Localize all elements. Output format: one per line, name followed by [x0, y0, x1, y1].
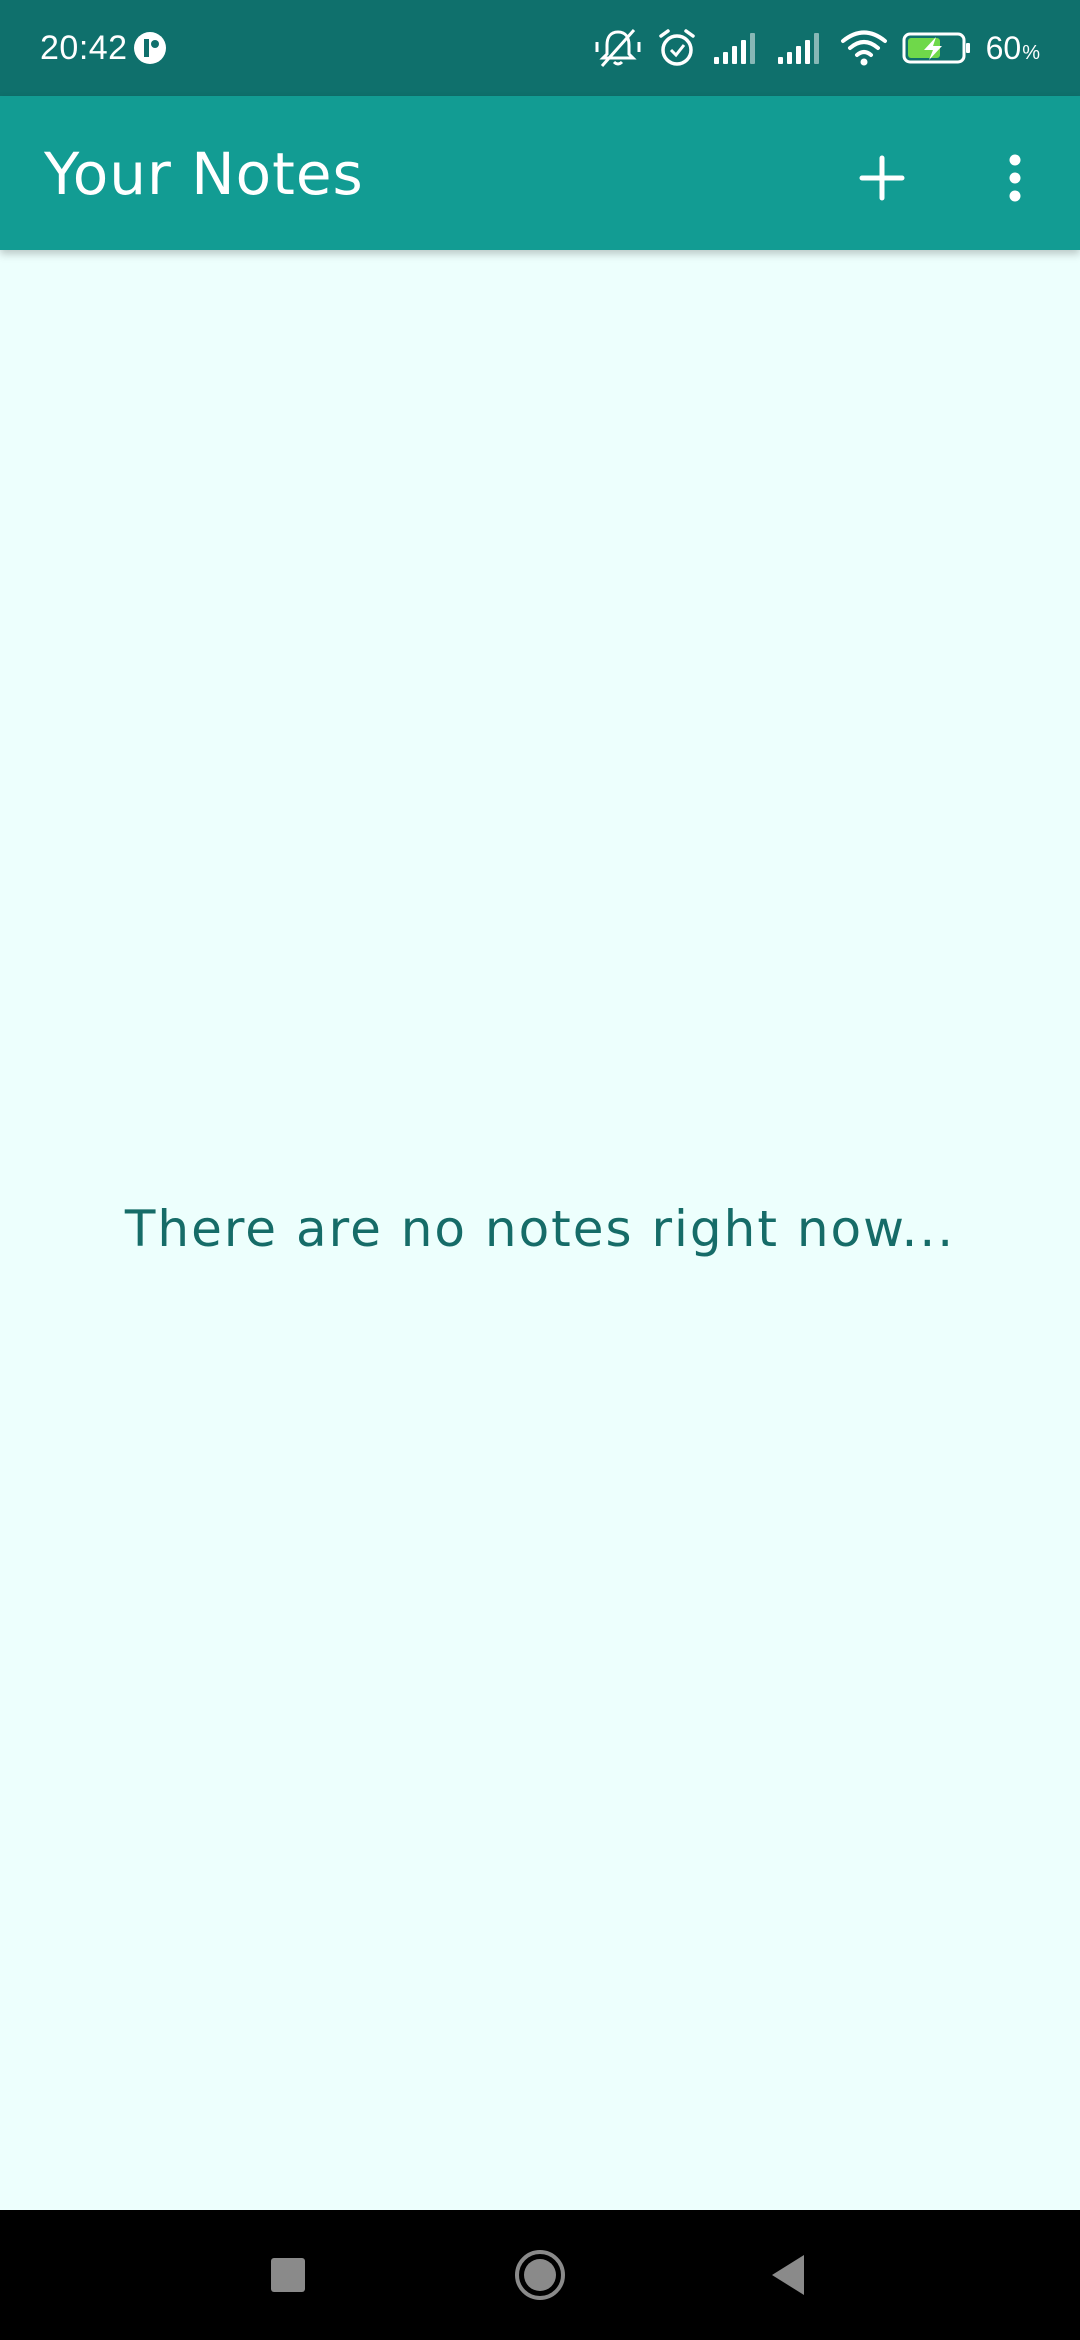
battery-percent: 60%	[986, 30, 1040, 67]
battery-percent-symbol: %	[1022, 41, 1040, 64]
battery-percent-value: 60	[985, 29, 1022, 66]
recents-icon	[271, 2258, 305, 2292]
status-bar: 20:42 60 %	[0, 0, 1080, 96]
home-icon	[515, 2250, 565, 2300]
more-vert-icon	[1009, 154, 1021, 202]
add-note-button[interactable]	[842, 138, 922, 218]
notes-list: There are no notes right now...	[0, 250, 1080, 2210]
wifi-icon	[840, 30, 888, 66]
battery-charging-icon	[902, 31, 972, 65]
app-notification-icon	[132, 30, 168, 66]
app-title: Your Notes	[44, 140, 364, 208]
status-time: 20:42	[40, 29, 128, 67]
app-bar: Your Notes	[0, 96, 1080, 250]
signal-icon	[712, 31, 762, 65]
alarm-icon	[656, 27, 698, 69]
signal-icon	[776, 31, 826, 65]
more-options-button[interactable]	[975, 138, 1055, 218]
back-button[interactable]	[748, 2235, 828, 2315]
screen: 20:42 60 % Your Notes There are no notes…	[0, 0, 1080, 2340]
plus-icon	[859, 155, 905, 201]
home-button[interactable]	[500, 2235, 580, 2315]
empty-state-message: There are no notes right now...	[124, 1200, 956, 1258]
status-icons: 60%	[594, 24, 1040, 72]
recents-button[interactable]	[248, 2235, 328, 2315]
back-icon	[772, 2255, 804, 2295]
navigation-bar	[0, 2210, 1080, 2340]
silent-bell-icon	[594, 26, 642, 70]
